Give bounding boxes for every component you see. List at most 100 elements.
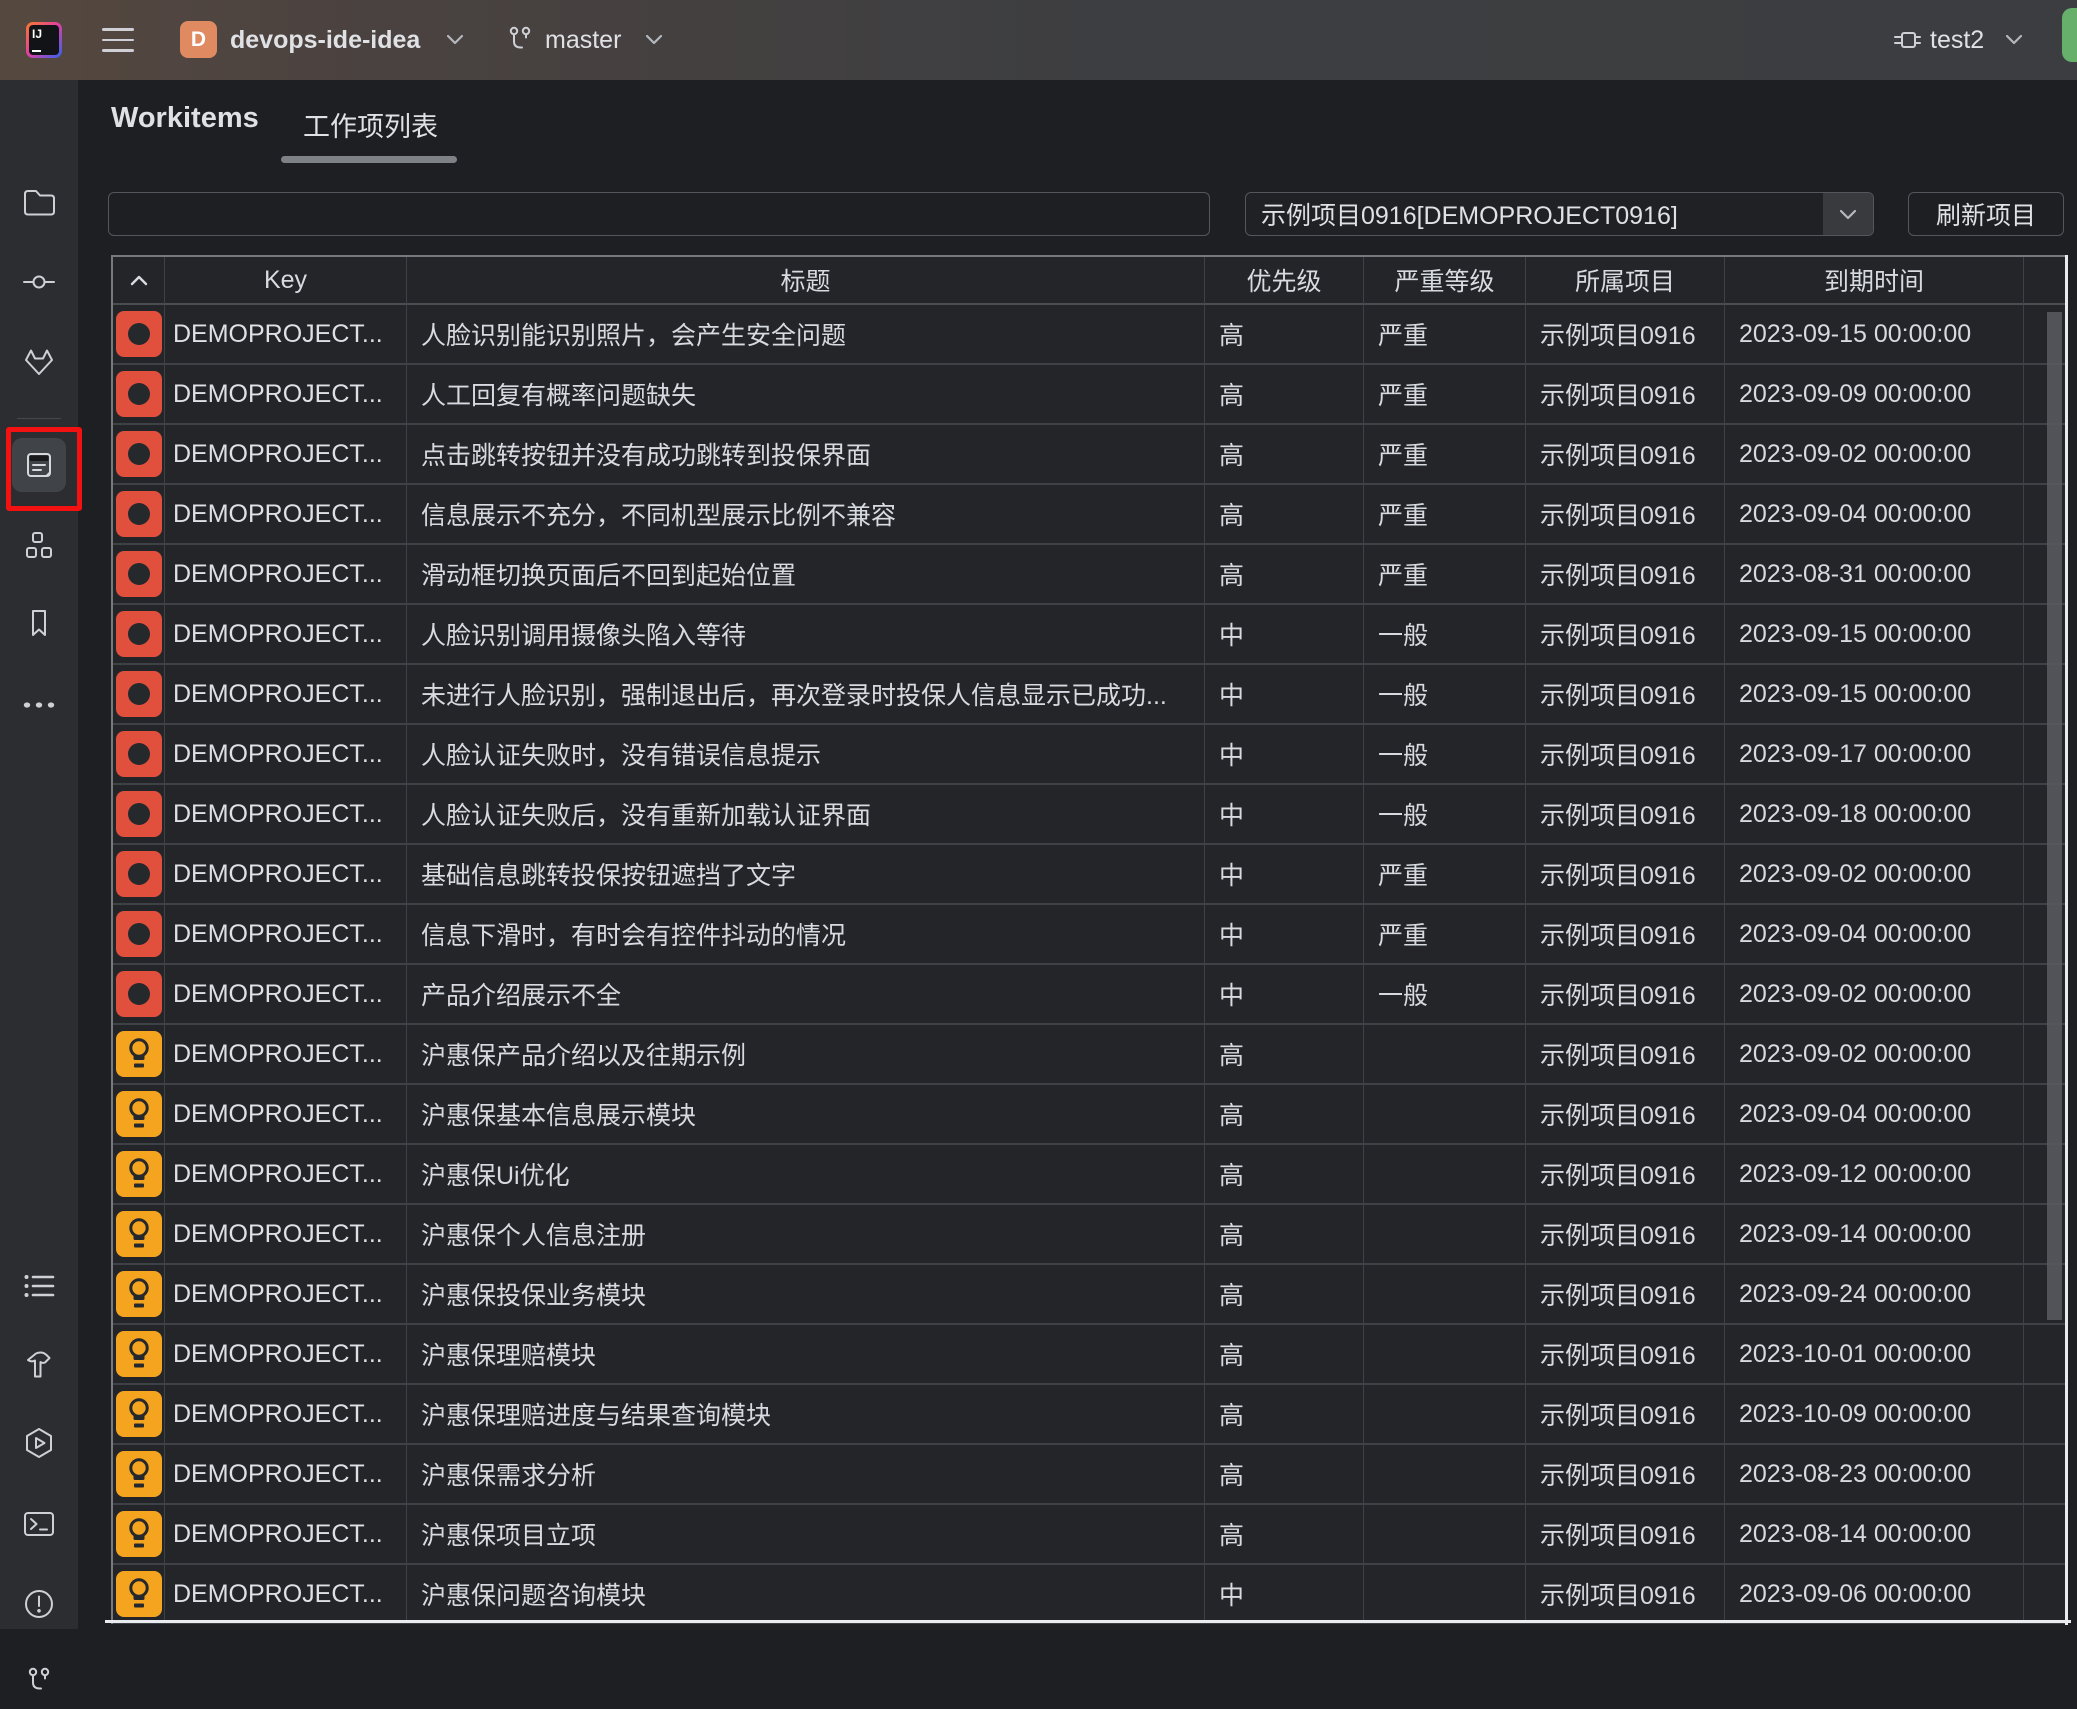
chevron-down-icon[interactable] — [645, 33, 663, 46]
table-row[interactable]: DEMOPROJECT...滑动框切换页面后不回到起始位置高严重示例项目0916… — [113, 545, 2067, 605]
select-arrow-button[interactable] — [1823, 193, 1873, 235]
sidebar-bookmark-icon[interactable] — [0, 595, 78, 651]
cell-severity — [1364, 1025, 1526, 1085]
intellij-logo-icon[interactable]: IJ — [26, 22, 62, 58]
sidebar-services-icon[interactable] — [0, 1415, 78, 1471]
table-row[interactable]: DEMOPROJECT...人脸识别调用摄像头陷入等待中一般示例项目091620… — [113, 605, 2067, 665]
refresh-project-button[interactable]: 刷新项目 — [1908, 192, 2064, 236]
table-row[interactable]: DEMOPROJECT...沪惠保理赔进度与结果查询模块高示例项目0916202… — [113, 1385, 2067, 1445]
table-row[interactable]: DEMOPROJECT...沪惠保投保业务模块高示例项目09162023-09-… — [113, 1265, 2067, 1325]
cell-title: 信息下滑时，有时会有控件抖动的情况 — [407, 905, 1205, 965]
cell-project: 示例项目0916 — [1526, 1145, 1725, 1205]
table-row[interactable]: DEMOPROJECT...人工回复有概率问题缺失高严重示例项目09162023… — [113, 365, 2067, 425]
table-row[interactable]: DEMOPROJECT...沪惠保产品介绍以及往期示例高示例项目09162023… — [113, 1025, 2067, 1085]
table-bottom-border — [105, 1620, 2071, 1623]
table-row[interactable]: DEMOPROJECT...沪惠保需求分析高示例项目09162023-08-23… — [113, 1445, 2067, 1505]
table-row[interactable]: DEMOPROJECT...沪惠保个人信息注册高示例项目09162023-09-… — [113, 1205, 2067, 1265]
main-toolbar: IJ D devops-ide-idea master test2 — [0, 0, 2077, 80]
cell-severity: 严重 — [1364, 905, 1526, 965]
table-row[interactable]: DEMOPROJECT...沪惠保Ui优化高示例项目09162023-09-12… — [113, 1145, 2067, 1205]
table-row[interactable]: DEMOPROJECT...未进行人脸识别，强制退出后，再次登录时投保人信息显示… — [113, 665, 2067, 725]
header-severity[interactable]: 严重等级 — [1364, 257, 1526, 305]
project-select[interactable]: 示例项目0916[DEMOPROJECT0916] — [1245, 192, 1874, 236]
story-icon — [116, 1271, 162, 1317]
tab-workitem-list[interactable]: 工作项列表 — [303, 105, 438, 144]
cell-severity: 严重 — [1364, 545, 1526, 605]
table-row[interactable]: DEMOPROJECT...人脸识别能识别照片，会产生安全问题高严重示例项目09… — [113, 305, 2067, 365]
cell-key: DEMOPROJECT... — [165, 1325, 407, 1385]
sidebar-folder-icon[interactable] — [0, 174, 78, 230]
table-row[interactable]: DEMOPROJECT...沪惠保项目立项高示例项目09162023-08-14… — [113, 1505, 2067, 1565]
header-due[interactable]: 到期时间 — [1725, 257, 2024, 305]
cell-project: 示例项目0916 — [1526, 665, 1725, 725]
cell-title: 沪惠保产品介绍以及往期示例 — [407, 1025, 1205, 1085]
sidebar-todo-list-icon[interactable] — [0, 1258, 78, 1314]
table-row[interactable]: DEMOPROJECT...基础信息跳转投保按钮遮挡了文字中严重示例项目0916… — [113, 845, 2067, 905]
header-project[interactable]: 所属项目 — [1526, 257, 1725, 305]
sidebar-terminal-icon[interactable] — [0, 1496, 78, 1552]
cell-priority: 高 — [1205, 485, 1364, 545]
branch-widget[interactable]: master — [545, 26, 621, 55]
run-config-widget[interactable]: test2 — [1930, 26, 1984, 55]
table-row[interactable]: DEMOPROJECT...沪惠保理赔模块高示例项目09162023-10-01… — [113, 1325, 2067, 1385]
cell-due: 2023-09-15 00:00:00 — [1725, 665, 2024, 725]
story-icon — [116, 1031, 162, 1077]
cell-type-icon — [113, 305, 165, 365]
cell-priority: 中 — [1205, 845, 1364, 905]
table-row[interactable]: DEMOPROJECT...信息展示不充分，不同机型展示比例不兼容高严重示例项目… — [113, 485, 2067, 545]
cell-priority: 高 — [1205, 1505, 1364, 1565]
cell-title: 沪惠保Ui优化 — [407, 1145, 1205, 1205]
project-select-value: 示例项目0916[DEMOPROJECT0916] — [1246, 196, 1823, 232]
cell-key: DEMOPROJECT... — [165, 425, 407, 485]
cell-key: DEMOPROJECT... — [165, 1025, 407, 1085]
header-key[interactable]: Key — [165, 257, 407, 305]
cell-project: 示例项目0916 — [1526, 305, 1725, 365]
main-menu-icon[interactable] — [102, 28, 134, 52]
sidebar-gitlab-icon[interactable] — [0, 335, 78, 391]
header-title[interactable]: 标题 — [407, 257, 1205, 305]
table-row[interactable]: DEMOPROJECT...产品介绍展示不全中一般示例项目09162023-09… — [113, 965, 2067, 1025]
header-blank[interactable] — [2024, 257, 2067, 305]
sidebar-more-icon[interactable] — [0, 677, 78, 733]
cell-project: 示例项目0916 — [1526, 725, 1725, 785]
cell-priority: 高 — [1205, 1445, 1364, 1505]
cell-title: 人工回复有概率问题缺失 — [407, 365, 1205, 425]
table-row[interactable]: DEMOPROJECT...人脸认证失败后，没有重新加载认证界面中一般示例项目0… — [113, 785, 2067, 845]
bug-icon — [116, 371, 162, 417]
tool-window-stripe — [0, 80, 79, 1629]
cell-due: 2023-09-09 00:00:00 — [1725, 365, 2024, 425]
cell-key: DEMOPROJECT... — [165, 1265, 407, 1325]
cell-type-icon — [113, 965, 165, 1025]
sidebar-problems-icon[interactable] — [0, 1576, 78, 1632]
vertical-scrollbar[interactable] — [2047, 312, 2062, 1320]
bug-icon — [116, 311, 162, 357]
cell-severity — [1364, 1565, 1526, 1625]
cell-severity: 一般 — [1364, 665, 1526, 725]
cell-project: 示例项目0916 — [1526, 785, 1725, 845]
table-row[interactable]: DEMOPROJECT...点击跳转按钮并没有成功跳转到投保界面高严重示例项目0… — [113, 425, 2067, 485]
story-icon — [116, 1211, 162, 1257]
sidebar-build-hammer-icon[interactable] — [0, 1338, 78, 1394]
cell-due: 2023-09-04 00:00:00 — [1725, 1085, 2024, 1145]
header-icon[interactable] — [113, 257, 165, 305]
sidebar-structure-icon[interactable] — [0, 517, 78, 573]
chevron-down-icon[interactable] — [2005, 33, 2023, 46]
project-avatar[interactable]: D — [180, 21, 217, 58]
project-widget[interactable]: devops-ide-idea — [230, 26, 420, 55]
run-button-partial[interactable] — [2062, 8, 2077, 62]
search-input[interactable] — [108, 192, 1210, 236]
header-priority[interactable]: 优先级 — [1205, 257, 1364, 305]
chevron-down-icon[interactable] — [446, 33, 464, 46]
sidebar-commit-icon[interactable] — [0, 254, 78, 310]
table-row[interactable]: DEMOPROJECT...沪惠保问题咨询模块中示例项目09162023-09-… — [113, 1565, 2067, 1625]
cell-type-icon — [113, 1025, 165, 1085]
cell-title: 未进行人脸识别，强制退出后，再次登录时投保人信息显示已成功... — [407, 665, 1205, 725]
table-row[interactable]: DEMOPROJECT...人脸认证失败时，没有错误信息提示中一般示例项目091… — [113, 725, 2067, 785]
cell-type-icon — [113, 1385, 165, 1445]
table-row[interactable]: DEMOPROJECT...信息下滑时，有时会有控件抖动的情况中严重示例项目09… — [113, 905, 2067, 965]
cell-blank — [2024, 1385, 2067, 1445]
cell-priority: 中 — [1205, 785, 1364, 845]
table-row[interactable]: DEMOPROJECT...沪惠保基本信息展示模块高示例项目09162023-0… — [113, 1085, 2067, 1145]
story-icon — [116, 1151, 162, 1197]
sidebar-git-branch-icon[interactable] — [0, 1653, 78, 1709]
